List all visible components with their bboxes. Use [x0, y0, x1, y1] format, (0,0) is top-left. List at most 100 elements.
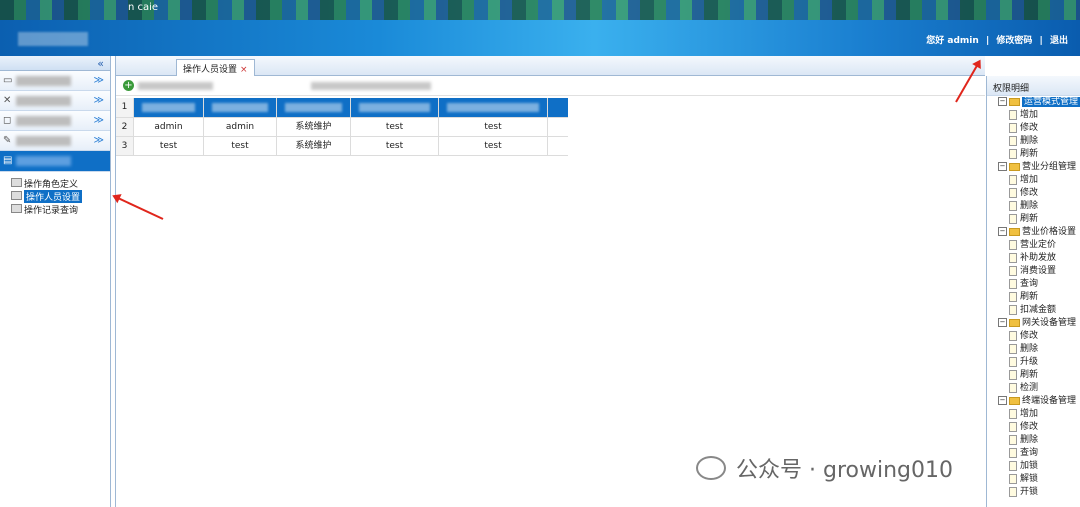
tree-leaf-label: 删除 [1020, 435, 1039, 445]
tree-leaf-label: 修改 [1020, 331, 1039, 341]
separator: | [985, 36, 990, 46]
tree-leaf[interactable]: 刷新 [987, 213, 1080, 226]
logout-link[interactable]: 退出 [1050, 36, 1068, 46]
document-icon [1009, 109, 1017, 120]
tree-leaf[interactable]: 开锁 [987, 486, 1080, 499]
tree-leaf[interactable]: 消费设置 [987, 265, 1080, 278]
tree-leaf[interactable]: 删除 [987, 343, 1080, 356]
tree-leaf[interactable]: 修改 [987, 330, 1080, 343]
tree-leaf[interactable]: 查询 [987, 278, 1080, 291]
row-number: 3 [116, 137, 134, 155]
window-icon [11, 191, 22, 200]
tree-leaf-label: 解锁 [1020, 474, 1039, 484]
table-cell: test [351, 137, 439, 155]
tree-leaf[interactable]: 增加 [987, 174, 1080, 187]
folder-icon: ▤ [3, 155, 13, 166]
tree-leaf[interactable]: 解锁 [987, 473, 1080, 486]
document-icon [1009, 330, 1017, 341]
table-row[interactable]: 1 [116, 98, 568, 118]
tree-leaf-label: 删除 [1020, 201, 1039, 211]
chevron-down-icon: ≫ [93, 75, 104, 86]
permissions-title: 权限明细 [987, 76, 1080, 96]
tree-leaf[interactable]: 修改 [987, 187, 1080, 200]
chevron-down-icon: ≫ [93, 135, 104, 146]
nav-section-1[interactable]: ▭ ≫ [0, 71, 110, 91]
sub-item-operator-settings[interactable]: 操作人员设置 [0, 189, 110, 203]
row-number: 1 [116, 98, 134, 117]
tree-group[interactable]: − 运营模式管理 [987, 96, 1080, 109]
collapse-icon[interactable]: « [97, 57, 104, 70]
tree-leaf[interactable]: 检测 [987, 382, 1080, 395]
table-cell: test [351, 118, 439, 136]
tree-leaf-label: 删除 [1020, 136, 1039, 146]
tree-group-label: 运营模式管理 [1022, 97, 1080, 107]
tree-leaf[interactable]: 删除 [987, 434, 1080, 447]
close-icon[interactable]: × [240, 65, 248, 75]
document-icon [1009, 408, 1017, 419]
tree-leaf[interactable]: 营业定价 [987, 239, 1080, 252]
tree-leaf[interactable]: 增加 [987, 109, 1080, 122]
table-cell: test [204, 137, 277, 155]
document-icon [1009, 369, 1017, 380]
tree-leaf[interactable]: 删除 [987, 135, 1080, 148]
app-header: n caie 您好 admin | 修改密码 | 退出 [0, 0, 1080, 56]
nav-section-label-blurred [16, 96, 71, 106]
tree-leaf[interactable]: 补助发放 [987, 252, 1080, 265]
tree-group[interactable]: − 营业价格设置 [987, 226, 1080, 239]
folder-icon [1009, 162, 1020, 171]
tree-leaf[interactable]: 加锁 [987, 460, 1080, 473]
tree-leaf-label: 查询 [1020, 448, 1039, 458]
tree-leaf[interactable]: 删除 [987, 200, 1080, 213]
sub-item-role-definition[interactable]: 操作角色定义 [0, 176, 110, 190]
document-icon [1009, 421, 1017, 432]
tab-operator-settings[interactable]: 操作人员设置 × [176, 59, 255, 76]
nav-section-3[interactable]: ◻ ≫ [0, 111, 110, 131]
add-icon[interactable]: + [123, 80, 134, 91]
tab-label: 操作人员设置 [183, 65, 238, 75]
brand-logo-blurred [18, 32, 88, 46]
tree-leaf-label: 消费设置 [1020, 266, 1057, 276]
tree-leaf[interactable]: 查询 [987, 447, 1080, 460]
user-links: 您好 admin | 修改密码 | 退出 [924, 33, 1070, 46]
toggle-icon[interactable]: − [998, 162, 1007, 171]
document-icon [1009, 174, 1017, 185]
toggle-icon[interactable]: − [998, 97, 1007, 106]
toggle-icon[interactable]: − [998, 396, 1007, 405]
table-cell: test [439, 118, 548, 136]
document-icon [1009, 382, 1017, 393]
tree-leaf[interactable]: 扣减金额 [987, 304, 1080, 317]
tree-leaf[interactable]: 刷新 [987, 369, 1080, 382]
app-title: n caie [128, 2, 159, 13]
tree-leaf-label: 补助发放 [1020, 253, 1057, 263]
toggle-icon[interactable]: − [998, 318, 1007, 327]
nav-section-2[interactable]: ✕ ≫ [0, 91, 110, 111]
wechat-icon [696, 456, 726, 480]
tree-group-label: 网关设备管理 [1022, 318, 1077, 328]
sub-item-label: 操作记录查询 [24, 206, 79, 216]
sub-item-record-query[interactable]: 操作记录查询 [0, 202, 110, 216]
tree-leaf[interactable]: 修改 [987, 122, 1080, 135]
table-row[interactable]: 3 test test 系统维护 test test [116, 137, 568, 156]
tree-leaf[interactable]: 刷新 [987, 291, 1080, 304]
change-password-link[interactable]: 修改密码 [996, 36, 1032, 46]
document-icon [1009, 434, 1017, 445]
tree-leaf[interactable]: 增加 [987, 408, 1080, 421]
tree-group[interactable]: − 终端设备管理 [987, 395, 1080, 408]
nav-section-active[interactable]: ▤ [0, 151, 110, 172]
tree-leaf[interactable]: 修改 [987, 421, 1080, 434]
tools-icon: ✕ [3, 95, 12, 106]
window-icon [11, 178, 22, 187]
toggle-icon[interactable]: − [998, 227, 1007, 236]
tree-group[interactable]: − 营业分组管理 [987, 161, 1080, 174]
table-row[interactable]: 2 admin admin 系统维护 test test [116, 118, 568, 137]
tab-bar: 操作人员设置 × [116, 56, 985, 76]
tree-group[interactable]: − 网关设备管理 [987, 317, 1080, 330]
tree-leaf[interactable]: 升级 [987, 356, 1080, 369]
tree-leaf-label: 增加 [1020, 409, 1039, 419]
tree-leaf-label: 扣减金额 [1020, 305, 1057, 315]
browser-bar-blurred [0, 0, 1080, 20]
nav-section-4[interactable]: ✎ ≫ [0, 131, 110, 151]
tree-leaf[interactable]: 刷新 [987, 148, 1080, 161]
document-icon [1009, 213, 1017, 224]
user-greeting: 您好 admin [926, 36, 979, 46]
